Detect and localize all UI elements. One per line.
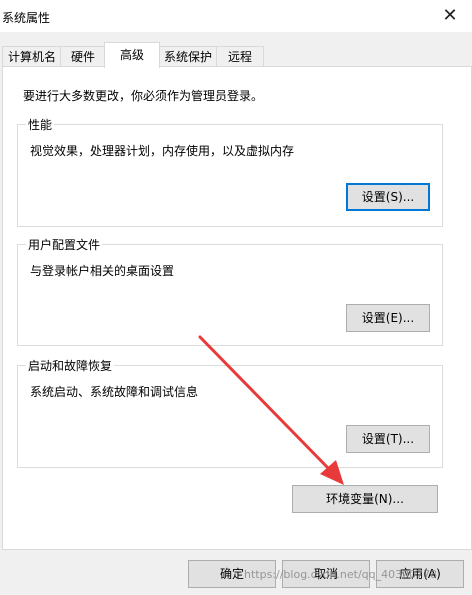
close-icon[interactable]: ✕ — [438, 5, 462, 27]
tab-hardware[interactable]: 硬件 — [60, 46, 106, 67]
tab-system-protection[interactable]: 系统保护 — [158, 46, 218, 67]
cancel-button[interactable]: 取消 — [282, 560, 370, 588]
user-profiles-title: 用户配置文件 — [26, 236, 103, 253]
tab-remote[interactable]: 远程 — [216, 46, 264, 67]
performance-group: 性能 视觉效果，处理器计划，内存使用，以及虚拟内存 设置(S)... — [17, 116, 443, 227]
advanced-panel: 要进行大多数更改，你必须作为管理员登录。 性能 视觉效果，处理器计划，内存使用，… — [2, 66, 472, 550]
apply-button[interactable]: 应用(A) — [376, 560, 464, 588]
user-profiles-group: 用户配置文件 与登录帐户相关的桌面设置 设置(E)... — [17, 236, 443, 346]
title-bar: 系统属性 ✕ — [0, 0, 472, 32]
environment-variables-button[interactable]: 环境变量(N)... — [292, 485, 438, 513]
tab-computer-name[interactable]: 计算机名 — [2, 46, 62, 67]
user-profiles-settings-button[interactable]: 设置(E)... — [346, 304, 430, 332]
performance-description: 视觉效果，处理器计划，内存使用，以及虚拟内存 — [30, 144, 295, 158]
performance-title: 性能 — [26, 116, 55, 133]
tab-advanced[interactable]: 高级 — [104, 42, 160, 68]
user-profiles-description: 与登录帐户相关的桌面设置 — [30, 264, 175, 278]
admin-notice: 要进行大多数更改，你必须作为管理员登录。 — [23, 89, 264, 103]
performance-settings-button[interactable]: 设置(S)... — [346, 183, 430, 211]
startup-recovery-settings-button[interactable]: 设置(T)... — [346, 425, 430, 453]
startup-recovery-group: 启动和故障恢复 系统启动、系统故障和调试信息 设置(T)... — [17, 357, 443, 468]
window-title: 系统属性 — [2, 11, 51, 25]
ok-button[interactable]: 确定 — [188, 560, 276, 588]
startup-recovery-title: 启动和故障恢复 — [26, 357, 115, 374]
startup-recovery-description: 系统启动、系统故障和调试信息 — [30, 385, 199, 399]
